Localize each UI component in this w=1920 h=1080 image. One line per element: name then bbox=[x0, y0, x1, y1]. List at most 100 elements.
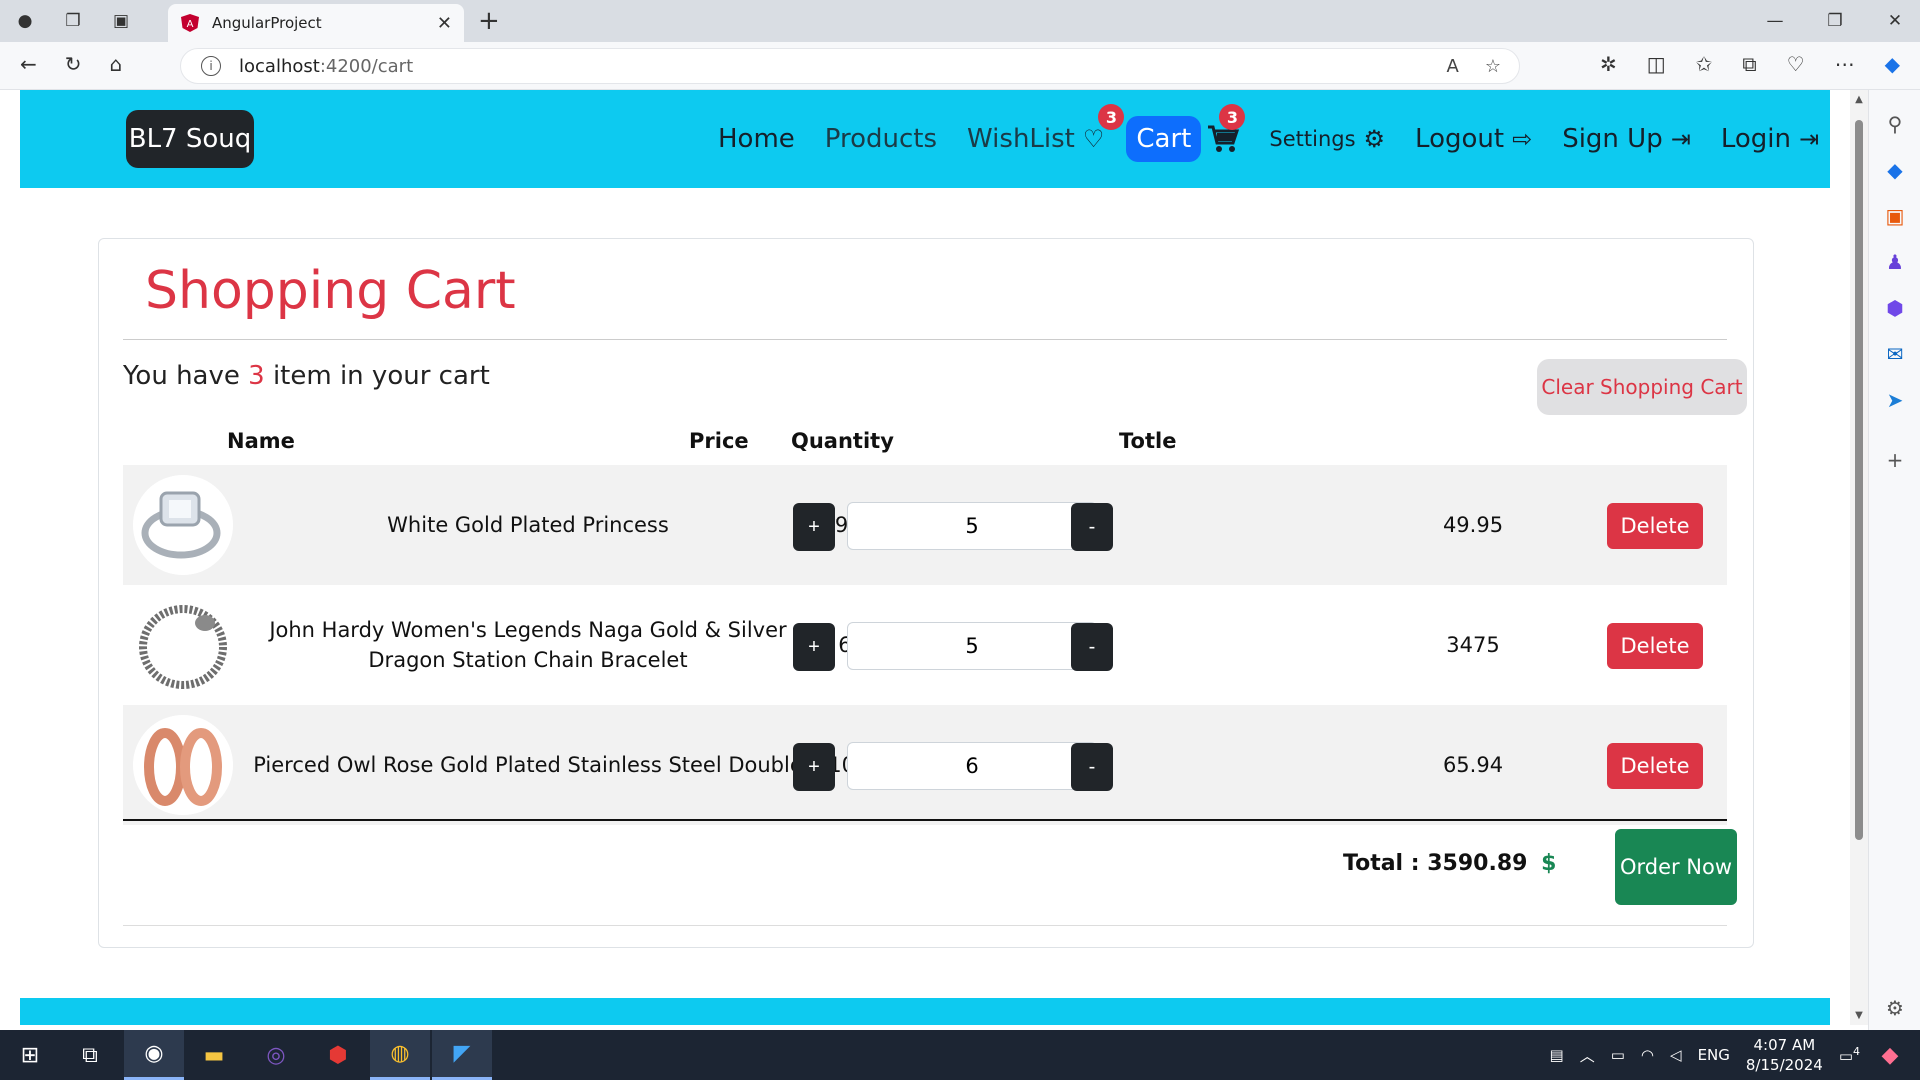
close-window-icon[interactable]: ✕ bbox=[1882, 8, 1908, 34]
sidebar-settings-icon[interactable]: ⚙ bbox=[1869, 996, 1920, 1020]
clock-time: 4:07 AM bbox=[1753, 1036, 1816, 1054]
workspaces-icon[interactable]: ❐ bbox=[60, 8, 86, 34]
tab-active[interactable]: A AngularProject ✕ bbox=[168, 4, 464, 42]
search-icon[interactable]: ⚲ bbox=[1869, 112, 1920, 136]
delete-button[interactable]: Delete bbox=[1607, 743, 1703, 789]
app-icon[interactable]: ◎ bbox=[246, 1030, 306, 1080]
news-icon[interactable]: ▤ bbox=[1550, 1046, 1564, 1064]
nav-logout[interactable]: Logout ⇨ bbox=[1407, 116, 1540, 162]
battery-icon[interactable]: ▭ bbox=[1611, 1046, 1625, 1064]
language-indicator[interactable]: ENG bbox=[1698, 1046, 1730, 1064]
brand-logo[interactable]: BL7 Souq bbox=[126, 110, 254, 168]
tray-overflow-icon[interactable]: ︿ bbox=[1580, 1045, 1595, 1066]
file-explorer-icon[interactable]: ▬ bbox=[184, 1030, 244, 1080]
quantity-input[interactable] bbox=[847, 742, 1097, 790]
nav-settings[interactable]: Settings ⚙ bbox=[1261, 116, 1393, 162]
windows-start-icon[interactable]: ⊞ bbox=[0, 1030, 60, 1080]
app-icon[interactable]: ⬢ bbox=[308, 1030, 368, 1080]
read-aloud-icon[interactable]: A bbox=[1447, 56, 1459, 77]
heart-icon: ♡ bbox=[1082, 125, 1105, 153]
add-sidebar-icon[interactable]: + bbox=[1869, 448, 1920, 472]
decrease-qty-button[interactable]: - bbox=[1071, 503, 1113, 551]
microsoft365-icon[interactable]: ⬢ bbox=[1869, 296, 1920, 320]
url-path: :4200/cart bbox=[319, 55, 414, 77]
window-controls: — ❐ ✕ bbox=[1762, 8, 1908, 34]
new-tab-icon[interactable]: + bbox=[478, 6, 500, 36]
shopping-tag-icon[interactable]: ◆ bbox=[1869, 158, 1920, 182]
delete-button[interactable]: Delete bbox=[1607, 503, 1703, 549]
more-icon[interactable]: ⋯ bbox=[1835, 52, 1855, 76]
minimize-icon[interactable]: — bbox=[1762, 8, 1788, 34]
product-image bbox=[133, 475, 233, 575]
refresh-icon[interactable]: ↻ bbox=[65, 52, 82, 76]
home-icon[interactable]: ⌂ bbox=[110, 52, 123, 76]
wishlist-badge: 3 bbox=[1098, 104, 1125, 130]
scrollbar-thumb[interactable] bbox=[1855, 120, 1863, 840]
tools-icon[interactable]: ▣ bbox=[1869, 204, 1920, 228]
copilot-taskbar-icon[interactable]: ◆ bbox=[1860, 1030, 1920, 1080]
nav-login[interactable]: Login ⇥ bbox=[1713, 116, 1827, 162]
line-total: 3475 bbox=[1446, 633, 1500, 657]
page-viewport: BL7 Souq Home Products WishList ♡ 3 Cart… bbox=[20, 90, 1830, 1025]
task-view-icon[interactable]: ⧉ bbox=[60, 1030, 120, 1080]
edge-taskbar-icon[interactable]: ◉ bbox=[124, 1030, 184, 1080]
copilot-icon[interactable]: ◆ bbox=[1885, 52, 1900, 76]
delete-button[interactable]: Delete bbox=[1607, 623, 1703, 669]
browser-tab-strip: ● ❐ ▣ A AngularProject ✕ + — ❐ ✕ bbox=[0, 0, 1920, 42]
increase-qty-button[interactable]: + bbox=[793, 503, 835, 551]
collections-icon[interactable]: ⧉ bbox=[1742, 52, 1756, 76]
browser-nav: ← ↻ ⌂ bbox=[20, 52, 122, 76]
svg-text:A: A bbox=[187, 19, 194, 30]
profile-icon[interactable]: ● bbox=[12, 8, 38, 34]
extensions-icon[interactable]: ✲ bbox=[1600, 52, 1617, 76]
clear-cart-button[interactable]: Clear Shopping Cart bbox=[1537, 359, 1747, 415]
nav-cart[interactable]: Cart bbox=[1126, 116, 1202, 162]
back-icon[interactable]: ← bbox=[20, 52, 37, 76]
url-bar[interactable]: i localhost:4200/cart A ☆ bbox=[180, 48, 1520, 84]
scroll-up-icon[interactable]: ▲ bbox=[1850, 94, 1868, 105]
decrease-qty-button[interactable]: - bbox=[1071, 743, 1113, 791]
grand-total: Total : 3590.89 $ bbox=[1343, 851, 1556, 876]
table-row: Pierced Owl Rose Gold Plated Stainless S… bbox=[123, 705, 1727, 825]
quantity-input[interactable] bbox=[847, 622, 1097, 670]
scroll-down-icon[interactable]: ▼ bbox=[1850, 1010, 1868, 1021]
favorite-star-icon[interactable]: ☆ bbox=[1485, 56, 1501, 77]
clock[interactable]: 4:07 AM 8/15/2024 bbox=[1746, 1035, 1823, 1075]
performance-icon[interactable]: ♡ bbox=[1787, 52, 1805, 76]
split-screen-icon[interactable]: ◫ bbox=[1647, 52, 1666, 76]
outlook-icon[interactable]: ✉ bbox=[1869, 342, 1920, 366]
login-icon: ⇥ bbox=[1798, 125, 1820, 153]
close-tab-icon[interactable]: ✕ bbox=[437, 13, 452, 34]
nav-wishlist[interactable]: WishList ♡ 3 bbox=[959, 104, 1125, 162]
cart-icon-wrap[interactable]: 3 bbox=[1207, 104, 1246, 162]
decrease-qty-button[interactable]: - bbox=[1071, 623, 1113, 671]
tab-actions-icon[interactable]: ▣ bbox=[108, 8, 134, 34]
system-tray: ▤ ︿ ▭ ◠ ◁ ENG 4:07 AM 8/15/2024 ▭4 bbox=[1550, 1030, 1860, 1080]
favorites-icon[interactable]: ✩ bbox=[1696, 52, 1713, 76]
send-icon[interactable]: ➤ bbox=[1869, 388, 1920, 412]
browser-left-controls: ● ❐ ▣ bbox=[12, 8, 134, 34]
notification-icon[interactable]: ▭4 bbox=[1839, 1045, 1860, 1065]
chrome-icon[interactable]: ◍ bbox=[370, 1030, 430, 1080]
page-scrollbar[interactable]: ▲ ▼ bbox=[1850, 90, 1868, 1025]
site-info-icon[interactable]: i bbox=[201, 56, 221, 76]
product-image bbox=[133, 595, 233, 695]
volume-icon[interactable]: ◁ bbox=[1670, 1046, 1682, 1064]
vscode-icon[interactable]: ◤ bbox=[432, 1030, 492, 1080]
order-now-button[interactable]: Order Now bbox=[1615, 829, 1737, 905]
table-divider bbox=[123, 819, 1727, 821]
wifi-icon[interactable]: ◠ bbox=[1641, 1046, 1654, 1064]
nav-products[interactable]: Products bbox=[817, 116, 945, 162]
nav-settings-label: Settings bbox=[1269, 127, 1356, 151]
nav-signup[interactable]: Sign Up ⇥ bbox=[1554, 116, 1699, 162]
increase-qty-button[interactable]: + bbox=[793, 623, 835, 671]
divider bbox=[123, 925, 1727, 926]
site-navbar: BL7 Souq Home Products WishList ♡ 3 Cart… bbox=[20, 90, 1830, 188]
quantity-input[interactable] bbox=[847, 502, 1097, 550]
nav-home[interactable]: Home bbox=[710, 116, 803, 162]
increase-qty-button[interactable]: + bbox=[793, 743, 835, 791]
restore-icon[interactable]: ❐ bbox=[1822, 8, 1848, 34]
nav-login-label: Login bbox=[1720, 124, 1791, 154]
item-count: 3 bbox=[248, 361, 265, 391]
games-icon[interactable]: ♟ bbox=[1869, 250, 1920, 274]
